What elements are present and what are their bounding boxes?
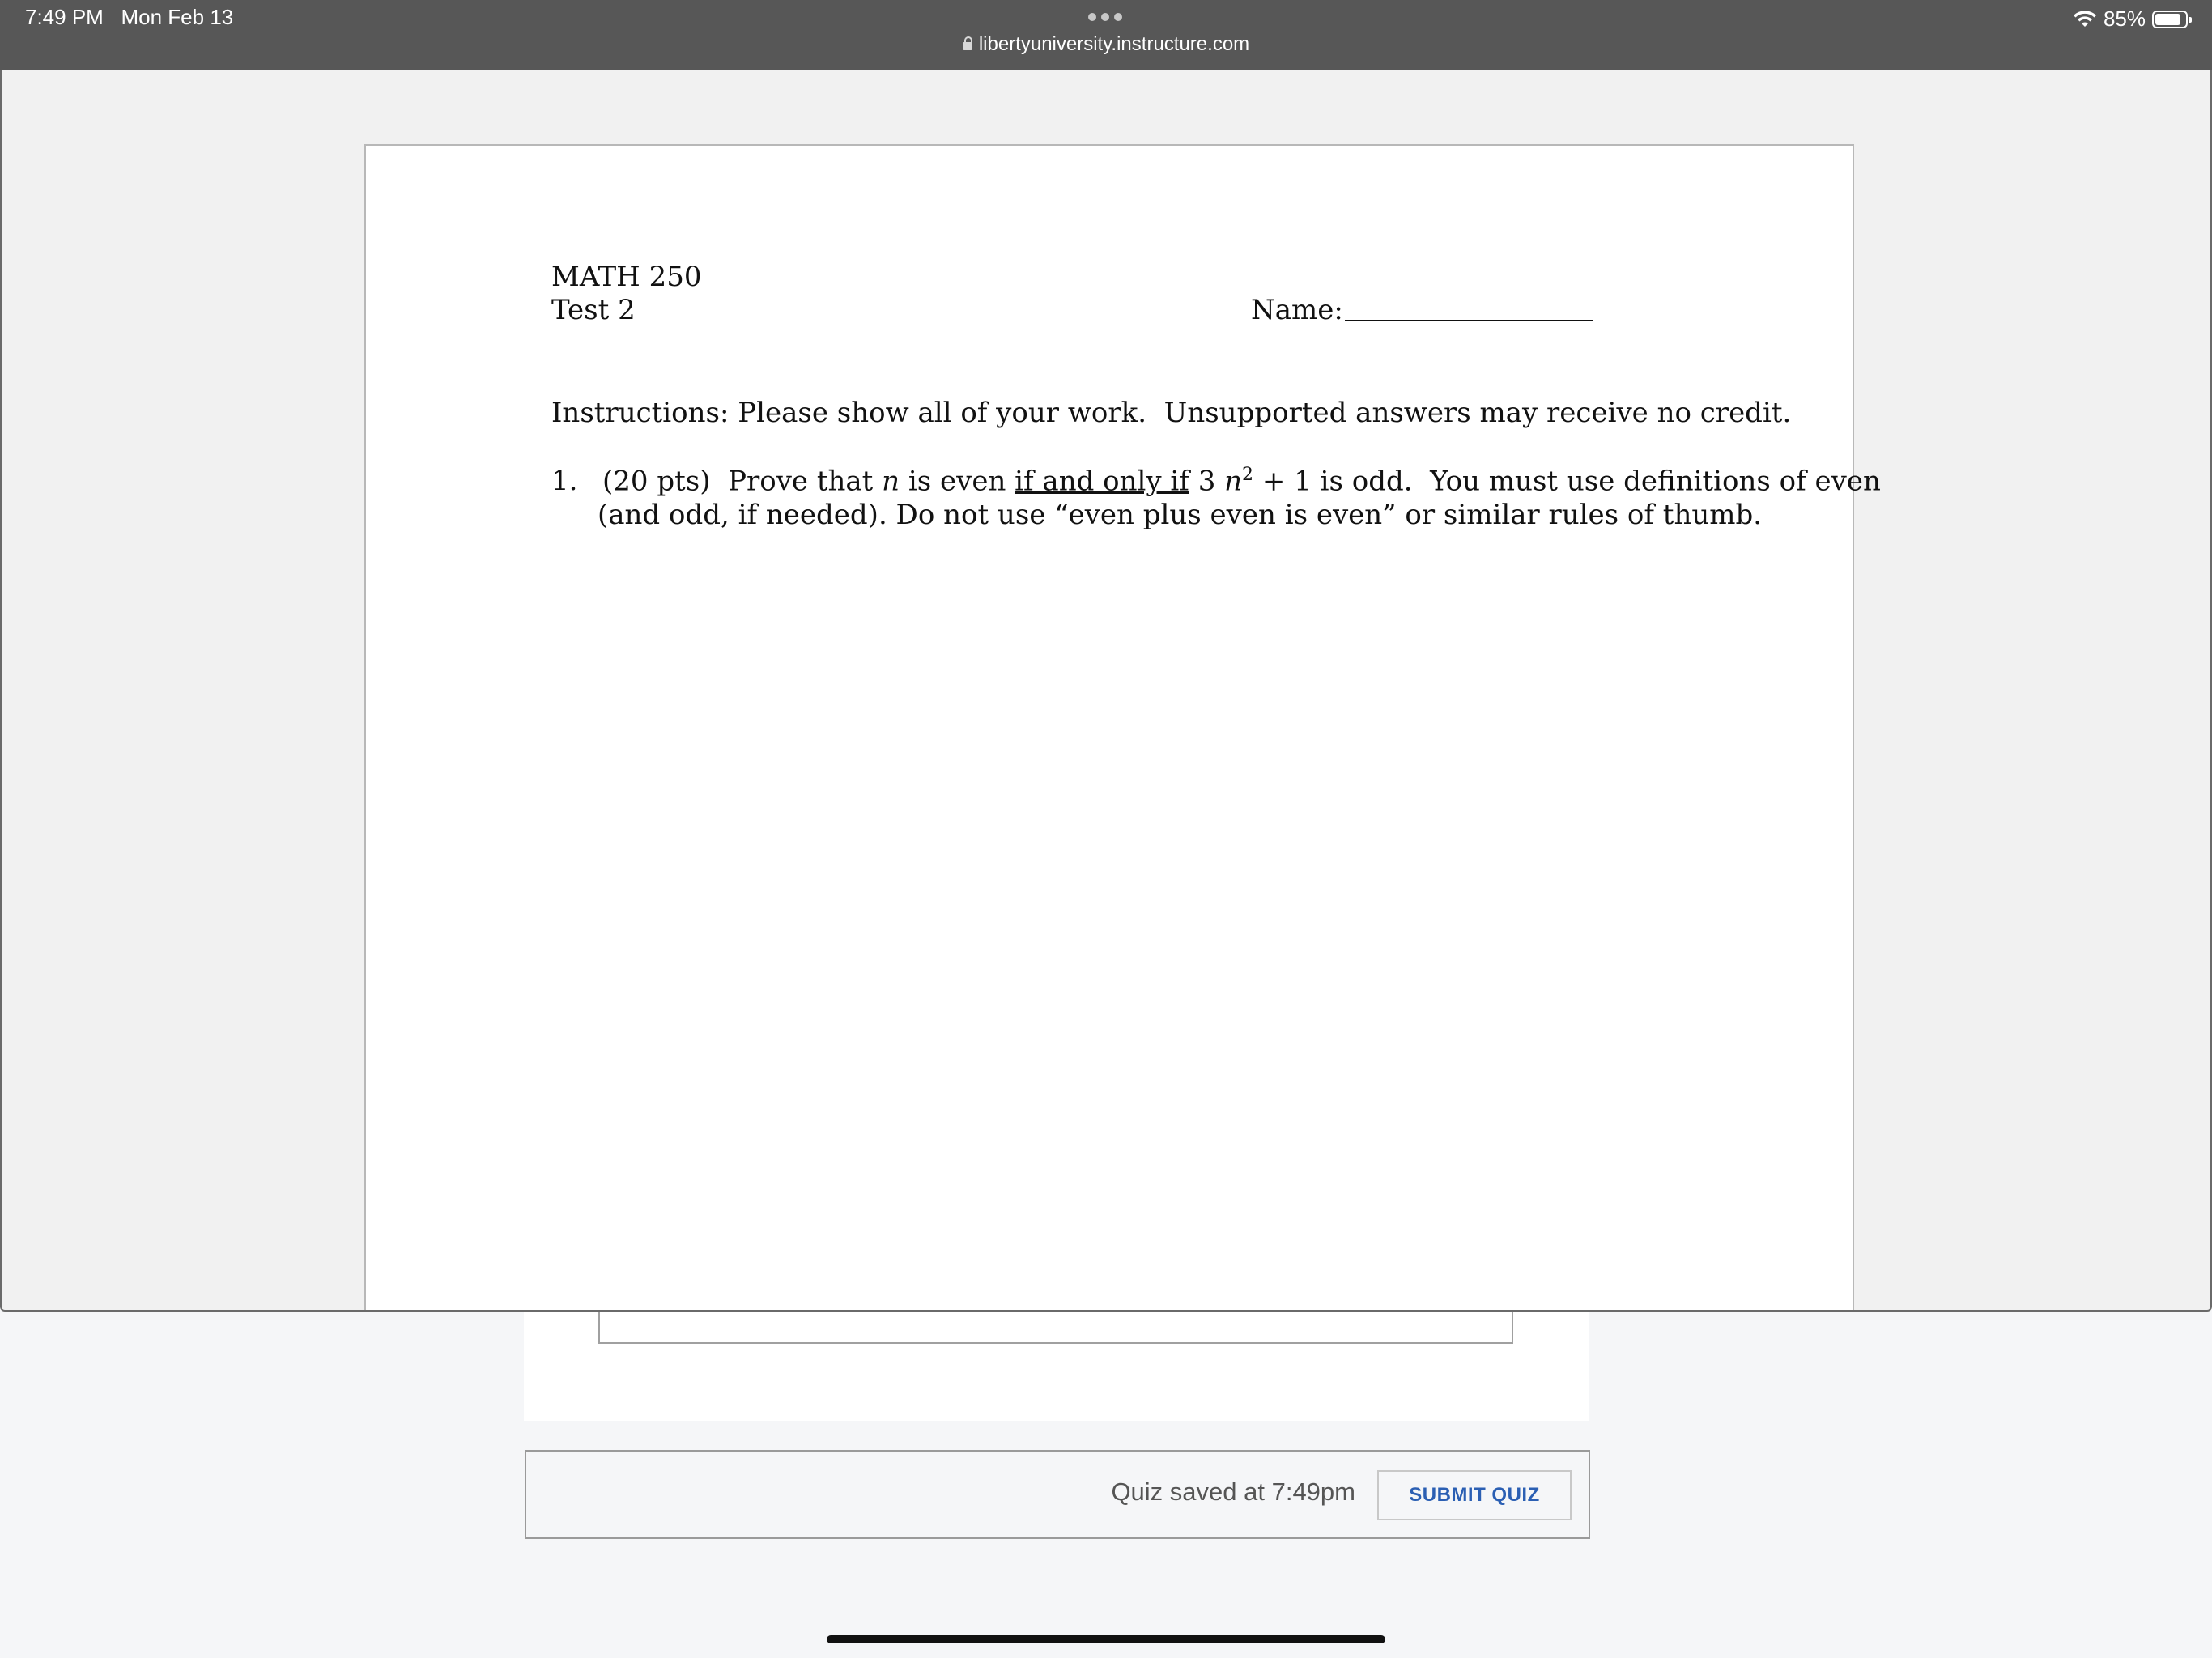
time-text: 7:49 PM [25,5,104,29]
question-number: 1. [551,465,578,497]
question-points: (20 pts) [602,465,711,498]
document-viewer[interactable]: MATH 250 Test 2 Name: Instructions: Plea… [0,70,2212,1312]
quiz-question-panel [524,1295,1589,1421]
url-text: libertyuniversity.instructure.com [978,33,1250,55]
battery-icon [2152,10,2192,28]
home-indicator[interactable] [827,1635,1385,1643]
test-title: Test 2 [551,294,636,326]
quiz-saved-status: Quiz saved at 7:49pm [1111,1477,1355,1506]
battery-percent: 85% [2103,6,2146,31]
status-time: 7:49 PM Mon Feb 13 [25,5,233,30]
question-prefix: Prove that [728,465,883,498]
quiz-footer: Quiz saved at 7:49pm SUBMIT QUIZ [525,1450,1590,1539]
course-title: MATH 250 [551,261,702,293]
wifi-icon [2073,10,2097,28]
question-text-line2: (and odd, if needed). Do not use “even p… [598,499,1763,531]
expr-post: + 1 is odd. You must use definitions of … [1253,465,1881,498]
instructions-text: Instructions: Please show all of your wo… [551,397,1792,429]
name-blank-line [1345,320,1593,321]
math-var-n-2: n [1224,465,1243,498]
address-bar[interactable]: libertyuniversity.instructure.com [0,33,2212,56]
question-text-line1: (20 pts) Prove that n is even if and onl… [602,465,1881,497]
battery-fill [2155,13,2180,25]
submit-quiz-button[interactable]: SUBMIT QUIZ [1377,1470,1572,1520]
name-label: Name: [1251,294,1343,326]
exponent: 2 [1242,465,1254,485]
iff-phrase: if and only if [1015,465,1189,498]
lock-icon [962,36,972,50]
status-bar: 7:49 PM Mon Feb 13 libertyuniversity.ins… [0,0,2212,70]
question-is-even: is even [900,465,1015,498]
more-dots-icon[interactable] [1088,13,1122,21]
status-indicators: 85% [2073,6,2192,32]
math-var-n: n [882,465,900,498]
document-page: MATH 250 Test 2 Name: Instructions: Plea… [364,144,1881,1310]
expr-pre: 3 [1189,465,1225,498]
date-text: Mon Feb 13 [121,5,234,29]
